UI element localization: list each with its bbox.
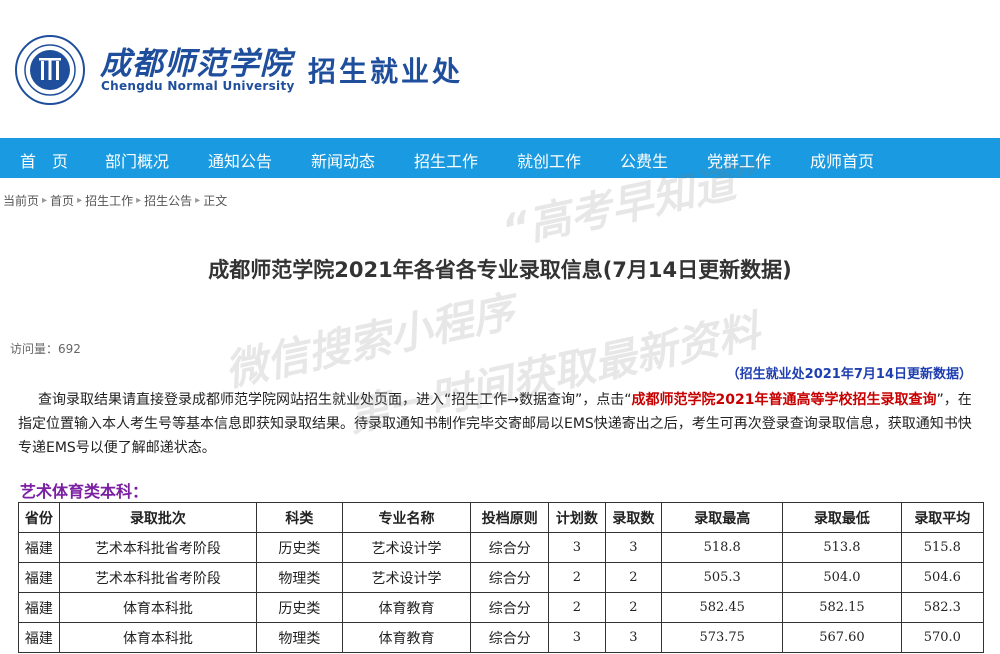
page-title: 成都师范学院2021年各省各专业录取信息(7月14日更新数据) [208,258,792,282]
breadcrumb-article[interactable]: 正文 [203,192,227,209]
paragraph-highlight: 成都师范学院2021年普通高等学校招生录取查询 [631,392,937,408]
cell-avg: 504.6 [900,562,985,593]
cell-batch: 体育本科批 [58,622,258,653]
cell-plan: 2 [548,592,606,623]
cell-max: 582.45 [661,592,784,623]
cell-major: 体育教育 [341,592,472,623]
breadcrumb-separator-icon: ▸ [77,195,83,206]
column-header-min: 录取最低 [782,502,902,533]
visit-count: 访问量：692 [10,342,81,356]
admission-table: 省份 录取批次 科类 专业名称 投档原则 计划数 录取数 录取最高 录取最低 录… [18,502,985,653]
nav-item-home[interactable]: 首 页 [20,148,68,172]
nav-item-admissions[interactable]: 招生工作 [414,148,478,172]
breadcrumb-separator-icon: ▸ [136,195,142,206]
column-header-admitted: 录取数 [604,502,663,533]
nav-item-employment[interactable]: 就创工作 [517,148,581,172]
cell-max: 505.3 [661,562,784,593]
table-row: 福建 艺术本科批省考阶段 历史类 艺术设计学 综合分 3 3 518.8 513… [18,532,985,563]
cell-plan: 3 [548,622,606,653]
university-name-cn[interactable]: 成都师范学院 [100,38,292,83]
department-name: 招生就业处 [308,55,464,88]
column-header-province: 省份 [18,502,60,533]
table-row: 福建 体育本科批 历史类 体育教育 综合分 2 2 582.45 582.15 … [18,592,985,623]
nav-item-party[interactable]: 党群工作 [707,148,771,172]
paragraph-text-1: 查询录取结果请直接登录成都师范学院网站招生就业处页面，进入“招生工作→数据查询”… [38,392,632,408]
breadcrumb-current-label: 当前页 [3,194,40,208]
cell-province: 福建 [18,592,60,623]
cell-province: 福建 [18,562,60,593]
cell-province: 福建 [18,622,60,653]
cell-max: 573.75 [661,622,784,653]
table-header-row: 省份 录取批次 科类 专业名称 投档原则 计划数 录取数 录取最高 录取最低 录… [18,502,985,533]
cell-category: 历史类 [256,532,343,563]
cell-plan: 3 [548,532,606,563]
breadcrumb-admissions[interactable]: 招生工作 [85,192,133,209]
cell-min: 582.15 [782,592,902,623]
table-row: 福建 体育本科批 物理类 体育教育 综合分 3 3 573.75 567.60 … [18,622,985,653]
breadcrumb: 当前页 ▸ 首页 ▸ 招生工作 ▸ 招生公告 ▸ 正文 [3,192,227,209]
breadcrumb-separator-icon: ▸ [195,195,201,206]
watermark-text: 微信搜索小程序 [220,286,519,396]
breadcrumb-home[interactable]: 首页 [50,192,74,209]
cell-min: 504.0 [782,562,902,593]
cell-admitted: 2 [604,562,663,593]
nav-item-notices[interactable]: 通知公告 [208,148,272,172]
cell-principle: 综合分 [470,532,550,563]
column-header-batch: 录取批次 [58,502,258,533]
cell-principle: 综合分 [470,622,550,653]
cell-major: 艺术设计学 [341,562,472,593]
article-paragraph: 查询录取结果请直接登录成都师范学院网站招生就业处页面，进入“招生工作→数据查询”… [18,388,984,460]
table-row: 福建 艺术本科批省考阶段 物理类 艺术设计学 综合分 2 2 505.3 504… [18,562,985,593]
nav-item-funded-students[interactable]: 公费生 [620,148,668,172]
cell-major: 体育教育 [341,622,472,653]
column-header-principle: 投档原则 [470,502,550,533]
nav-item-news[interactable]: 新闻动态 [311,148,375,172]
cell-min: 513.8 [782,532,902,563]
nav-item-university-home[interactable]: 成师首页 [810,148,874,172]
nav-item-about[interactable]: 部门概况 [105,148,169,172]
main-nav: 首 页 部门概况 通知公告 新闻动态 招生工作 就创工作 公费生 党群工作 成师… [0,138,1000,178]
cell-major: 艺术设计学 [341,532,472,563]
cell-avg: 582.3 [900,592,985,623]
university-name-en[interactable]: Chengdu Normal University [101,79,295,93]
cell-plan: 2 [548,562,606,593]
site-header: 成都师范学院 Chengdu Normal University 招生就业处 [0,0,1000,138]
breadcrumb-separator-icon: ▸ [42,195,48,206]
cell-batch: 艺术本科批省考阶段 [58,532,258,563]
column-header-plan: 计划数 [548,502,606,533]
cell-max: 518.8 [661,532,784,563]
cell-principle: 综合分 [470,562,550,593]
cell-principle: 综合分 [470,592,550,623]
cell-category: 物理类 [256,562,343,593]
university-seal-icon[interactable] [14,34,86,106]
column-header-major: 专业名称 [341,502,472,533]
column-header-category: 科类 [256,502,343,533]
cell-batch: 体育本科批 [58,592,258,623]
cell-avg: 570.0 [900,622,985,653]
update-note: （招生就业处2021年7月14日更新数据） [726,367,972,382]
section-title: 艺术体育类本科： [20,482,149,501]
column-header-max: 录取最高 [661,502,784,533]
cell-admitted: 3 [604,622,663,653]
breadcrumb-announcements[interactable]: 招生公告 [144,192,192,209]
cell-province: 福建 [18,532,60,563]
cell-admitted: 2 [604,592,663,623]
cell-avg: 515.8 [900,532,985,563]
column-header-avg: 录取平均 [900,502,985,533]
cell-category: 历史类 [256,592,343,623]
cell-min: 567.60 [782,622,902,653]
cell-category: 物理类 [256,622,343,653]
cell-admitted: 3 [604,532,663,563]
cell-batch: 艺术本科批省考阶段 [58,562,258,593]
